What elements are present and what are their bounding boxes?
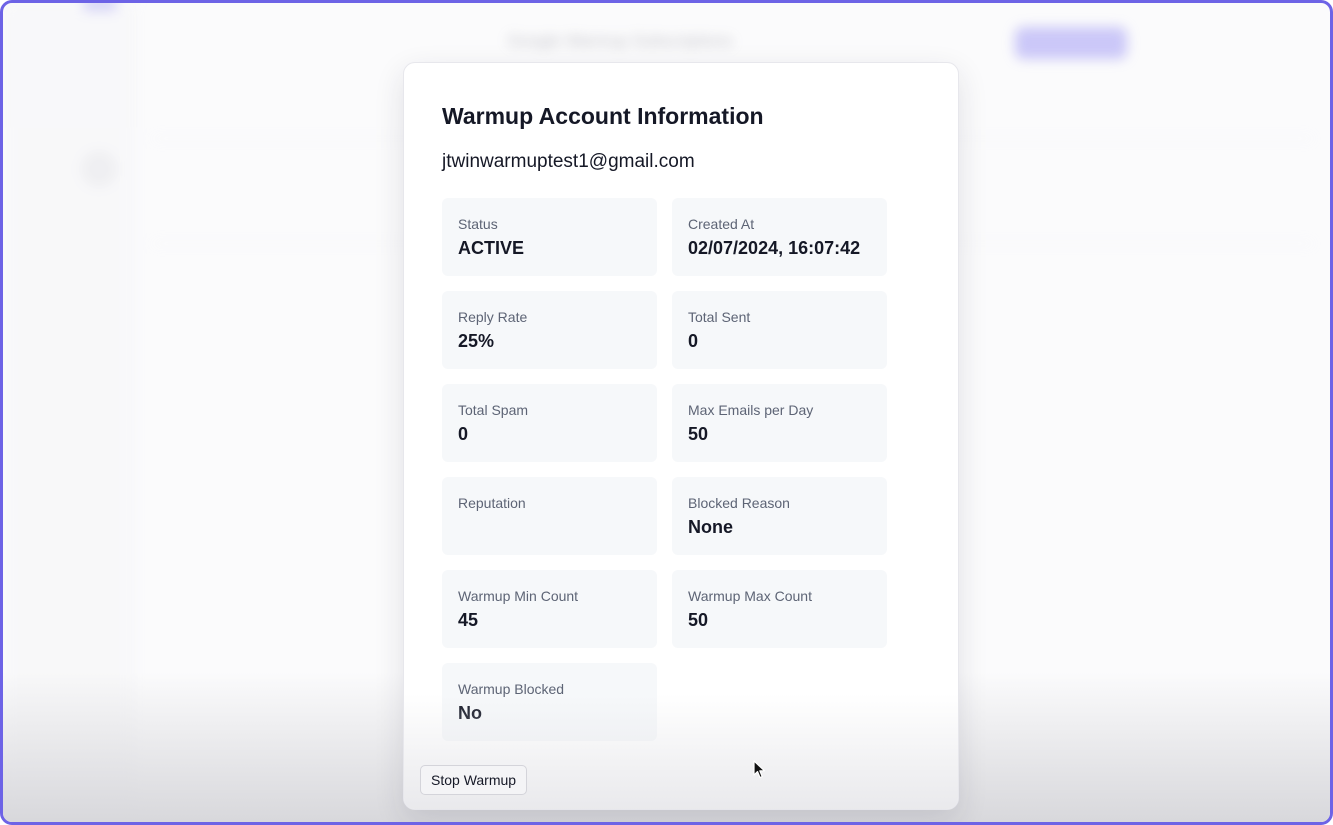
background-page-title: Google Warmup Subscriptions [508, 33, 733, 50]
stat-value: 50 [688, 610, 709, 630]
stat-value: None [688, 517, 733, 537]
stats-grid: Status ACTIVE Created At 02/07/2024, 16:… [442, 198, 888, 741]
stat-label: Max Emails per Day [688, 402, 814, 418]
stat-card-warmup-max-count: Warmup Max Count 50 [672, 570, 887, 648]
stat-card-blocked-reason: Blocked Reason None [672, 477, 887, 555]
stat-card-total-spam: Total Spam 0 [442, 384, 657, 462]
mouse-pointer-icon [753, 760, 766, 779]
stat-card-max-emails-per-day: Max Emails per Day 50 [672, 384, 887, 462]
stat-label: Total Sent [688, 309, 751, 325]
stat-card-warmup-min-count: Warmup Min Count 45 [442, 570, 657, 648]
stat-label: Blocked Reason [688, 495, 790, 511]
stat-value: No [458, 703, 482, 723]
stop-warmup-button[interactable]: Stop Warmup [420, 765, 528, 795]
stat-value: 02/07/2024, 16:07:42 [688, 238, 861, 258]
stat-card-total-sent: Total Sent 0 [672, 291, 887, 369]
stat-card-reputation: Reputation [442, 477, 657, 555]
stat-label: Warmup Min Count [458, 588, 579, 604]
stat-card-created-at: Created At 02/07/2024, 16:07:42 [672, 198, 887, 276]
app-window: Google Warmup Subscriptions Warmup Accou… [0, 0, 1333, 825]
stat-label: Status [458, 216, 498, 232]
background-primary-button[interactable] [1015, 27, 1127, 59]
stat-label: Warmup Blocked [458, 681, 565, 697]
stat-card-reply-rate: Reply Rate 25% [442, 291, 657, 369]
stat-value: 45 [458, 610, 479, 630]
stat-label: Reply Rate [458, 309, 528, 325]
logo [83, 3, 117, 11]
warmup-account-modal: Warmup Account Information jtwinwarmupte… [403, 62, 959, 810]
stat-value: 0 [688, 331, 699, 351]
modal-title: Warmup Account Information [442, 103, 764, 129]
account-email: jtwinwarmuptest1@gmail.com [442, 151, 695, 172]
stat-label: Warmup Max Count [688, 588, 812, 604]
stat-label: Reputation [458, 495, 526, 511]
stat-value: ACTIVE [458, 238, 525, 258]
stat-card-warmup-blocked: Warmup Blocked No [442, 663, 657, 741]
stat-value: 0 [458, 424, 469, 444]
sidebar [3, 3, 134, 822]
stat-value: 25% [458, 331, 495, 351]
sidebar-nav-icon[interactable] [81, 151, 117, 187]
stat-card-status: Status ACTIVE [442, 198, 657, 276]
stat-label: Total Spam [458, 402, 529, 418]
stat-label: Created At [688, 216, 755, 232]
stat-value: 50 [688, 424, 709, 444]
